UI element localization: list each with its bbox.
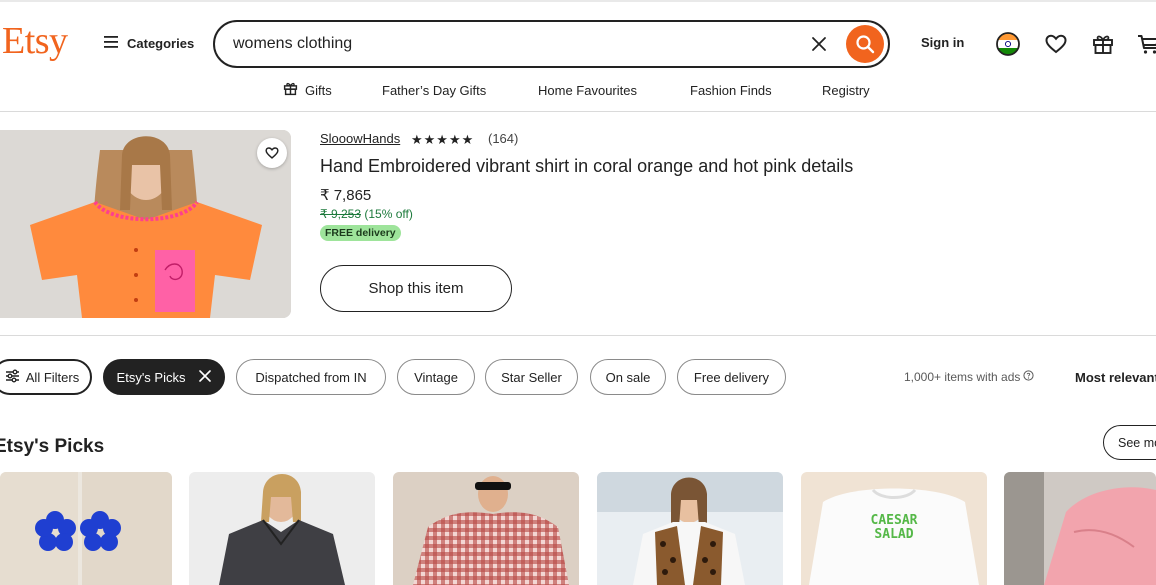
filter-sliders-icon (5, 369, 20, 386)
nav-label: Father’s Day Gifts (382, 82, 487, 98)
chip-on-sale[interactable]: On sale (590, 359, 666, 395)
nav-label: Registry (822, 82, 870, 98)
chip-label: Dispatched from IN (255, 369, 367, 385)
chip-label: Free delivery (693, 369, 770, 385)
gift-icon (282, 80, 299, 100)
pick-card-3[interactable] (393, 472, 579, 585)
nav-item-registry[interactable]: Registry (822, 80, 870, 100)
search-bar (213, 20, 890, 68)
strikethrough-price: ₹ 9,253 (320, 207, 361, 221)
sort-dropdown[interactable]: Most relevant (1075, 370, 1156, 385)
chip-label: Star Seller (501, 369, 562, 385)
favorite-button[interactable] (257, 138, 287, 168)
clear-search-icon[interactable] (809, 34, 829, 54)
search-icon (856, 35, 875, 54)
header-divider (0, 111, 1156, 112)
search-button[interactable] (846, 25, 884, 63)
original-price: ₹ 9,253 (15% off) (320, 207, 413, 221)
info-icon[interactable] (1023, 370, 1034, 384)
shop-name-link[interactable]: SlooowHands (320, 131, 400, 146)
heart-icon (265, 147, 279, 159)
pick-card-5[interactable]: CAESAR SALAD (801, 472, 987, 585)
search-input[interactable] (233, 32, 793, 56)
india-flag-icon[interactable] (995, 31, 1021, 57)
nav-label: Gifts (305, 82, 332, 98)
pick-card-4[interactable] (597, 472, 783, 585)
discount-percent: (15% off) (364, 207, 413, 221)
listing-price: ₹ 7,865 (320, 187, 372, 204)
nav-label: Fashion Finds (690, 82, 772, 98)
nav-item-home-favourites[interactable]: Home Favourites (538, 80, 637, 100)
etsy-logo[interactable]: Etsy (2, 18, 68, 64)
svg-text:SALAD: SALAD (874, 527, 913, 542)
review-count: (164) (488, 131, 519, 146)
listing-image[interactable] (0, 130, 291, 318)
sign-in-link[interactable]: Sign in (921, 35, 964, 50)
chip-label: On sale (605, 369, 651, 385)
chip-free-delivery[interactable]: Free delivery (677, 359, 786, 395)
see-more-button[interactable]: See more (1103, 425, 1156, 460)
categories-label: Categories (127, 35, 195, 51)
nav-item-fashion-finds[interactable]: Fashion Finds (690, 80, 772, 100)
star-rating: ★★★★★ (411, 132, 475, 147)
all-filters-label: All Filters (25, 369, 80, 385)
cart-icon[interactable] (1136, 31, 1156, 57)
chip-dispatched-from-in[interactable]: Dispatched from IN (236, 359, 386, 395)
chip-label: Etsy's Picks (116, 369, 186, 385)
top-divider (0, 0, 1156, 2)
pick-card-6[interactable] (1004, 472, 1156, 585)
categories-button[interactable]: Categories (103, 32, 194, 54)
close-icon[interactable] (199, 369, 212, 385)
hamburger-menu-icon (103, 35, 119, 52)
free-delivery-badge: FREE delivery (320, 225, 401, 241)
result-count: 1,000+ items with ads (904, 370, 1034, 384)
chip-star-seller[interactable]: Star Seller (485, 359, 578, 395)
heart-icon[interactable] (1043, 31, 1069, 57)
nav-item-fathers-day-gifts[interactable]: Father’s Day Gifts (382, 80, 486, 100)
chip-label: Vintage (414, 369, 458, 385)
listing-divider (0, 335, 1156, 336)
section-title: Etsy's Picks (0, 436, 105, 457)
svg-text:CAESAR: CAESAR (871, 513, 918, 528)
pick-card-1[interactable] (0, 472, 172, 585)
nav-label: Home Favourites (538, 82, 637, 98)
gift-icon[interactable] (1090, 31, 1116, 57)
result-count-text: 1,000+ items with ads (904, 370, 1021, 384)
shop-this-item-button[interactable]: Shop this item (320, 265, 512, 312)
chip-vintage[interactable]: Vintage (397, 359, 475, 395)
all-filters-button[interactable]: All Filters (0, 359, 92, 395)
pick-card-2[interactable] (189, 472, 375, 585)
chip-etsys-picks[interactable]: Etsy's Picks (103, 359, 225, 395)
nav-item-gifts[interactable]: Gifts (282, 80, 332, 100)
listing-title[interactable]: Hand Embroidered vibrant shirt in coral … (320, 156, 853, 177)
